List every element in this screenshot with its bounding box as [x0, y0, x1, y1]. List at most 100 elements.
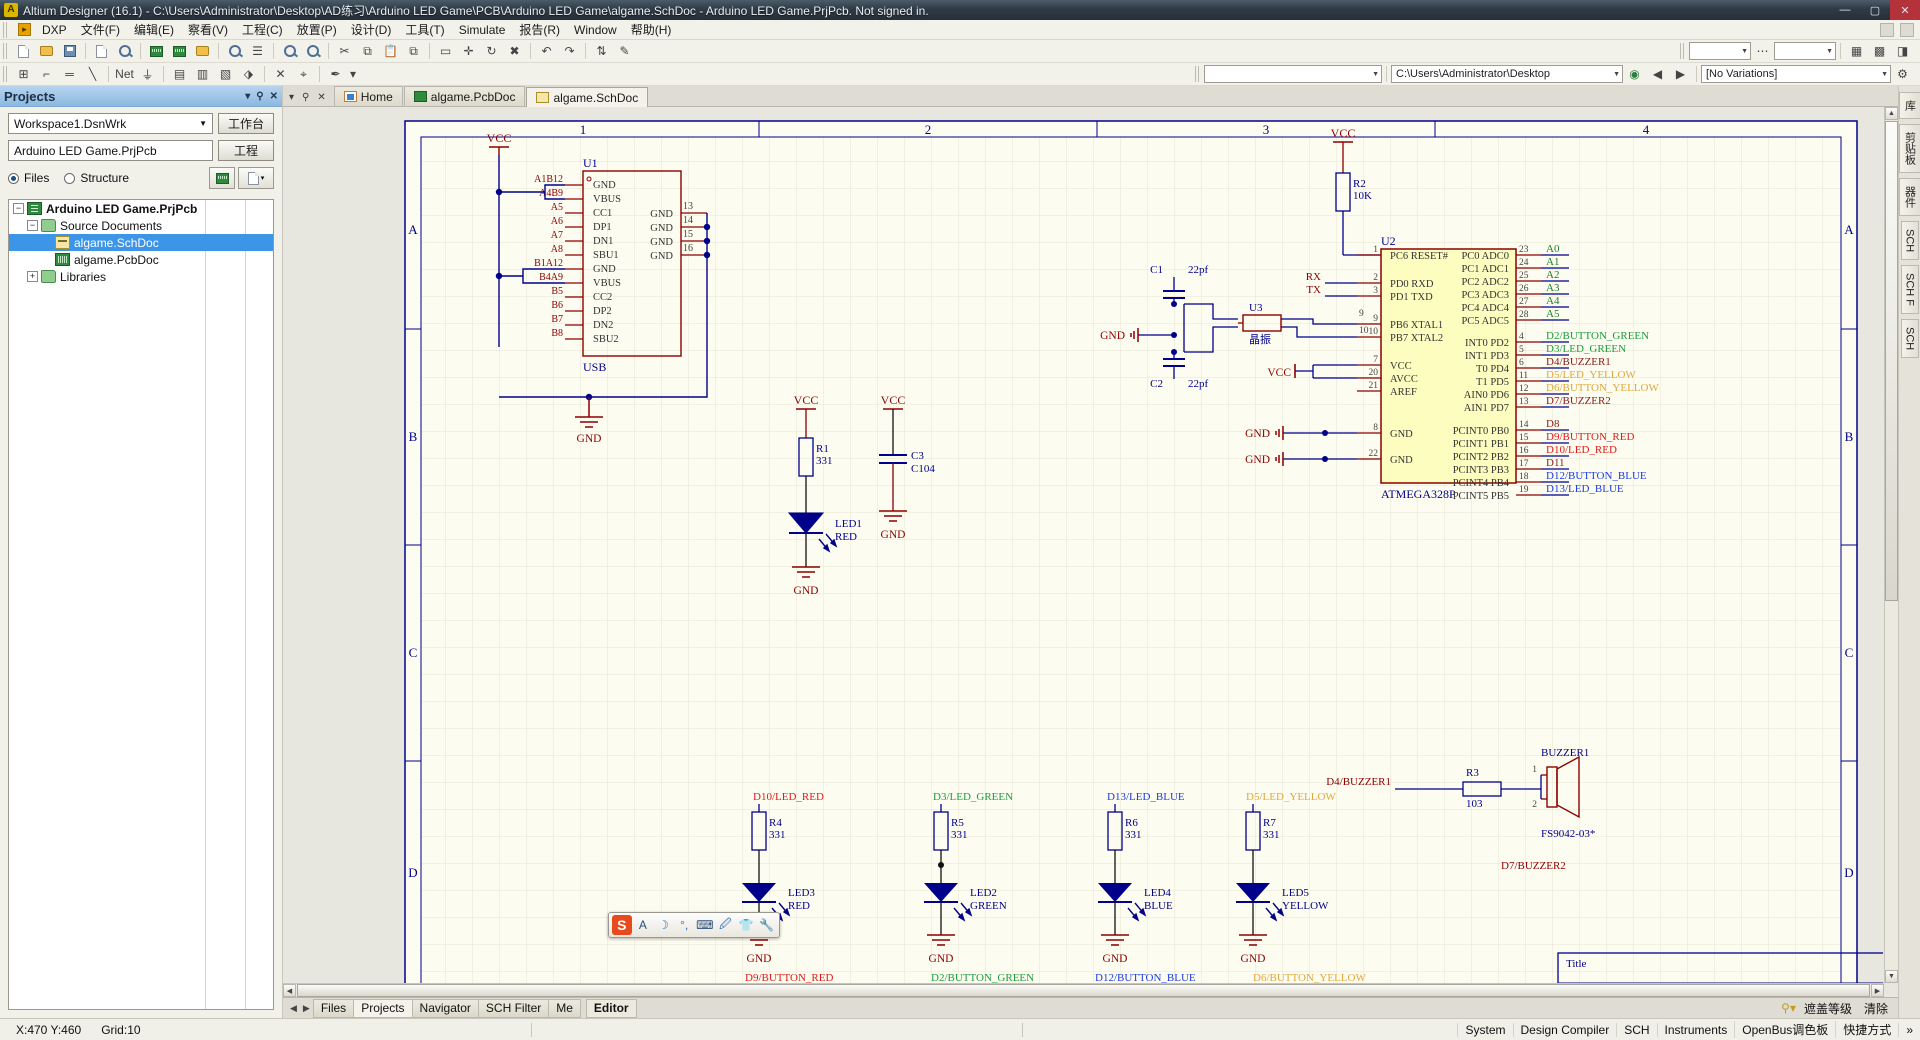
expander-icon[interactable]: −: [13, 203, 24, 214]
component-u2[interactable]: U2 ATMEGA328P PC6 RESET# PD0 RXD PD1 TXD…: [1357, 234, 1517, 502]
place-sheet-entry-icon[interactable]: ▥: [192, 65, 213, 84]
tree-item-algame-pcbdoc[interactable]: algame.PcbDoc: [9, 251, 273, 268]
place-part-icon[interactable]: ⊞: [13, 65, 34, 84]
menu-project[interactable]: 工程(C): [235, 19, 290, 40]
back-nav-icon[interactable]: ◀: [1647, 65, 1668, 84]
right-dock-tab-sch-list[interactable]: SCH: [1900, 319, 1919, 359]
copy-icon[interactable]: ⧉: [357, 42, 378, 61]
horizontal-scrollbar[interactable]: ◀ ▶: [283, 983, 1884, 997]
tab-home[interactable]: Home: [333, 86, 403, 106]
move-icon[interactable]: ✛: [458, 42, 479, 61]
close-button[interactable]: ✕: [1890, 0, 1920, 20]
scroll-up-button[interactable]: ▲: [1885, 107, 1898, 120]
zoom-selected-icon[interactable]: [302, 42, 323, 61]
toolbar-grip-3[interactable]: [3, 66, 9, 82]
place-netlabel-icon[interactable]: Net: [114, 65, 135, 84]
annotate-icon[interactable]: ✎: [614, 42, 635, 61]
schematic-viewport[interactable]: 1 2 3 4 A B C D A B C D U1 USB GND VBUS …: [283, 107, 1884, 983]
place-directive-icon[interactable]: ⌖: [293, 65, 314, 84]
restore-doc-icon[interactable]: [1880, 22, 1894, 37]
ime-mode-icon[interactable]: A: [634, 915, 653, 935]
status-design-compiler-button[interactable]: Design Compiler: [1512, 1022, 1617, 1037]
halfwidth-icon[interactable]: ☽: [654, 915, 673, 935]
open-project-icon[interactable]: [192, 42, 213, 61]
variation-settings-icon[interactable]: ⚙: [1892, 65, 1913, 84]
tree-item-source-documents[interactable]: − Source Documents: [9, 217, 273, 234]
project-path-combo[interactable]: C:\Users\Administrator\Desktop ▼: [1391, 65, 1623, 83]
toolbar-long-combo[interactable]: ▼: [1204, 65, 1382, 83]
panel-menu-icon[interactable]: ▾: [245, 91, 250, 102]
structure-radio[interactable]: [64, 172, 76, 184]
compile-project-icon[interactable]: [209, 167, 235, 189]
save-icon[interactable]: [59, 42, 80, 61]
zoom-fit-icon[interactable]: [279, 42, 300, 61]
select-area-icon[interactable]: ▭: [435, 42, 456, 61]
right-dock-tab-clipboard[interactable]: 剪贴板: [1898, 124, 1920, 173]
maximize-button[interactable]: ▢: [1860, 0, 1890, 20]
skin-icon[interactable]: 👕: [737, 915, 756, 935]
status-more-button[interactable]: »: [1898, 1022, 1920, 1037]
right-dock-tab-sch[interactable]: SCH: [1900, 221, 1919, 261]
toolbar-blank-combo[interactable]: ▼: [1689, 42, 1751, 60]
tree-item-algame-schdoc[interactable]: algame.SchDoc: [9, 234, 273, 251]
tab-algame-pcbdoc[interactable]: algame.PcbDoc: [403, 86, 526, 106]
punctuation-icon[interactable]: °,: [675, 915, 694, 935]
status-sch-button[interactable]: SCH: [1616, 1022, 1656, 1037]
right-dock-tab-libraries[interactable]: 库: [1898, 92, 1920, 119]
paste-icon[interactable]: 📋: [380, 42, 401, 61]
bottom-tab-editor[interactable]: Editor: [585, 998, 637, 1018]
expander-icon[interactable]: −: [27, 220, 38, 231]
menu-window[interactable]: Window: [567, 21, 624, 39]
toolbar-blank-combo-2[interactable]: ▼: [1774, 42, 1836, 60]
place-power-port-icon[interactable]: ⏚: [137, 65, 158, 84]
place-bus-icon[interactable]: ═: [59, 65, 80, 84]
place-device-sheet-icon[interactable]: ▧: [215, 65, 236, 84]
schematic-canvas[interactable]: 1 2 3 4 A B C D A B C D U1 USB GND VBUS …: [283, 107, 1898, 997]
status-openbus-button[interactable]: OpenBus调色板: [1734, 1021, 1835, 1038]
tree-item-libraries[interactable]: + Libraries: [9, 268, 273, 285]
scroll-right-button[interactable]: ▶: [1871, 984, 1884, 997]
bottom-tab-sch-filter[interactable]: SCH Filter: [477, 998, 550, 1018]
toolbar-grip-1[interactable]: [3, 43, 9, 59]
browse-path-icon[interactable]: ◉: [1624, 65, 1645, 84]
place-port-icon[interactable]: ⬗: [238, 65, 259, 84]
workspace-button[interactable]: 工作台: [218, 113, 274, 134]
forward-nav-icon[interactable]: ▶: [1670, 65, 1691, 84]
undo-icon[interactable]: ↶: [536, 42, 557, 61]
place-wire-icon[interactable]: ⌐: [36, 65, 57, 84]
mask-level-button[interactable]: 遮盖等级: [1800, 1000, 1856, 1017]
close-doc-icon[interactable]: [1900, 22, 1914, 37]
panel-close-icon[interactable]: ✕: [270, 91, 278, 102]
right-dock-tab-components[interactable]: 器件: [1898, 178, 1920, 216]
toolbar-grip-4[interactable]: [1195, 66, 1201, 82]
tab-algame-schdoc[interactable]: algame.SchDoc: [526, 87, 649, 107]
vertical-scrollbar[interactable]: ▲ ▼: [1884, 107, 1898, 983]
bottom-tab-navigator[interactable]: Navigator: [411, 998, 479, 1018]
toolbar-grip-2[interactable]: [1680, 43, 1686, 59]
toolbar-extra-1-icon[interactable]: ⋯: [1752, 42, 1773, 61]
cut-icon[interactable]: ✂: [334, 42, 355, 61]
menu-file[interactable]: 文件(F): [74, 19, 127, 40]
place-bus-entry-icon[interactable]: ╲: [82, 65, 103, 84]
status-shortcuts-button[interactable]: 快捷方式: [1835, 1021, 1898, 1038]
toolbar-extra-2-icon[interactable]: ▦: [1846, 42, 1867, 61]
toolbar-extra-3-icon[interactable]: ▩: [1869, 42, 1890, 61]
scroll-left-button[interactable]: ◀: [283, 984, 296, 997]
bottom-tab-projects[interactable]: Projects: [353, 998, 413, 1018]
place-sheet-symbol-icon[interactable]: ▤: [169, 65, 190, 84]
clear-selection-icon[interactable]: ✖: [504, 42, 525, 61]
ime-toolbar[interactable]: S A ☽ °, ⌨ 🖉 👕 🔧: [608, 912, 780, 938]
rotate-icon[interactable]: ↻: [481, 42, 502, 61]
drawing-tools-dropdown-icon[interactable]: ▾: [348, 65, 358, 84]
panel-pin-icon[interactable]: ⚲: [256, 91, 263, 102]
panel-options-icon[interactable]: ▾: [238, 167, 274, 189]
toolbox-icon[interactable]: 🖉: [716, 915, 735, 935]
horizontal-scroll-thumb[interactable]: [297, 984, 1870, 997]
menu-simulate[interactable]: Simulate: [452, 21, 513, 39]
print-preview-icon[interactable]: [114, 42, 135, 61]
menu-view[interactable]: 察看(V): [181, 19, 235, 40]
bottom-tab-me[interactable]: Me: [548, 998, 581, 1018]
ime-settings-icon[interactable]: 🔧: [757, 915, 776, 935]
clear-button[interactable]: 清除: [1860, 1000, 1892, 1017]
menu-help[interactable]: 帮助(H): [624, 19, 679, 40]
